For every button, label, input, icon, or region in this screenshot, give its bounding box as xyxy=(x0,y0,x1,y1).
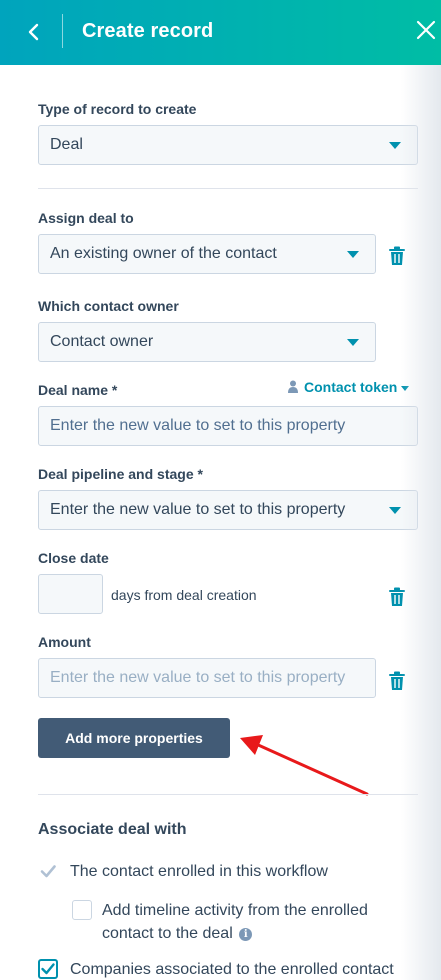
timeline-activity-label: Add timeline activity from the enrolled … xyxy=(102,899,402,945)
close-date-days-input[interactable] xyxy=(38,574,103,614)
associate-title: Associate deal with xyxy=(38,821,187,838)
amount-label: Amount xyxy=(38,634,91,650)
contact-enrolled-label: The contact enrolled in this workflow xyxy=(70,863,328,880)
record-type-select[interactable]: Deal xyxy=(38,125,418,165)
timeline-activity-text: Add timeline activity from the enrolled … xyxy=(102,902,368,942)
chevron-down-icon xyxy=(389,507,401,514)
header-divider xyxy=(62,14,63,48)
owner-label: Which contact owner xyxy=(38,298,179,314)
companies-associated-checkbox[interactable] xyxy=(38,959,58,979)
section-divider xyxy=(38,188,418,189)
assign-select[interactable]: An existing owner of the contact xyxy=(38,234,376,274)
delete-close-date-trash-icon[interactable] xyxy=(388,587,406,607)
close-date-suffix: days from deal creation xyxy=(111,587,257,603)
close-icon[interactable] xyxy=(414,18,438,42)
close-date-label: Close date xyxy=(38,550,109,566)
pipeline-label: Deal pipeline and stage * xyxy=(38,466,203,482)
owner-select[interactable]: Contact owner xyxy=(38,322,376,362)
panel-title: Create record xyxy=(82,20,214,42)
add-more-properties-button[interactable]: Add more properties xyxy=(38,718,230,758)
chevron-down-icon xyxy=(347,251,359,258)
amount-input[interactable] xyxy=(38,658,376,698)
timeline-activity-checkbox[interactable] xyxy=(72,900,92,920)
contact-token-dropdown[interactable]: Contact token xyxy=(288,379,410,396)
record-type-value: Deal xyxy=(50,136,83,153)
pipeline-value: Enter the new value to set to this prope… xyxy=(50,501,346,518)
person-icon xyxy=(288,380,298,396)
pipeline-select[interactable]: Enter the new value to set to this prope… xyxy=(38,490,418,530)
annotation-arrow-icon xyxy=(240,735,369,796)
section-divider xyxy=(38,794,418,795)
panel-header: Create record xyxy=(0,0,441,65)
assign-value: An existing owner of the contact xyxy=(50,245,277,262)
delete-amount-trash-icon[interactable] xyxy=(388,671,406,691)
info-icon[interactable]: i xyxy=(239,928,253,941)
assign-label: Assign deal to xyxy=(38,210,134,226)
companies-associated-label: Companies associated to the enrolled con… xyxy=(70,961,394,978)
chevron-down-icon xyxy=(389,142,401,149)
deal-name-input[interactable] xyxy=(38,406,418,446)
owner-value: Contact owner xyxy=(50,333,154,350)
checkmark-icon xyxy=(41,963,55,975)
contact-enrolled-checkbox[interactable] xyxy=(38,861,58,881)
chevron-down-icon xyxy=(401,385,410,391)
contact-token-label: Contact token xyxy=(304,379,398,395)
back-chevron-icon[interactable] xyxy=(22,20,46,44)
deal-name-label: Deal name * xyxy=(38,382,118,398)
delete-assign-trash-icon[interactable] xyxy=(388,246,406,266)
chevron-down-icon xyxy=(347,339,359,346)
record-type-label: Type of record to create xyxy=(38,101,197,117)
checkmark-icon xyxy=(40,865,56,878)
